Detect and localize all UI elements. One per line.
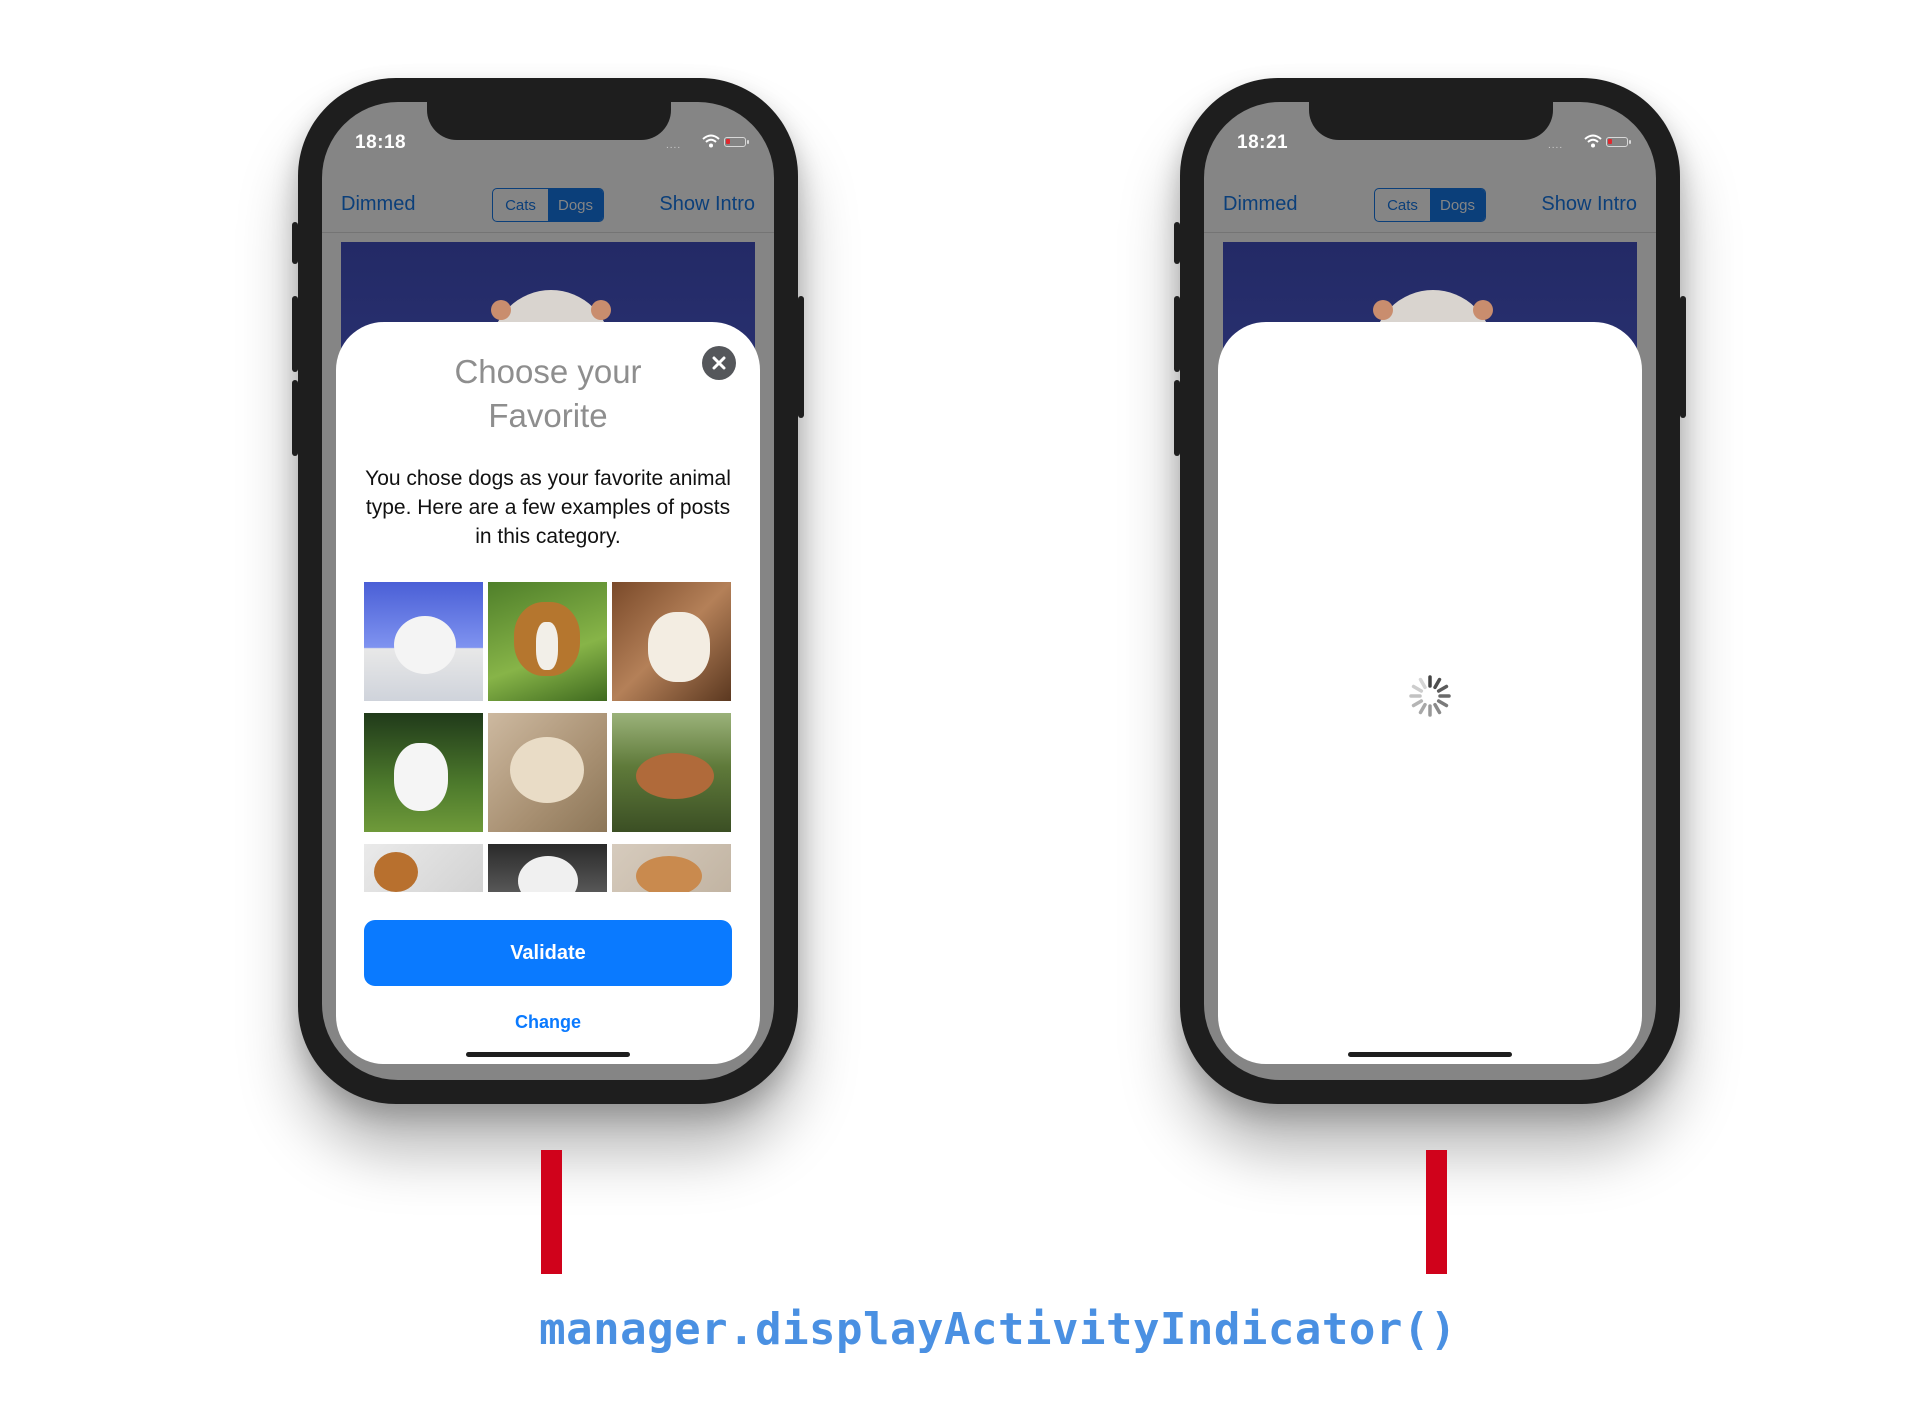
- dog-photo: [612, 844, 731, 892]
- segment-dogs[interactable]: Dogs: [548, 189, 603, 221]
- dog-photo: [488, 582, 607, 701]
- home-indicator[interactable]: [1348, 1052, 1512, 1057]
- animal-segmented-control[interactable]: Cats Dogs: [1374, 188, 1486, 222]
- wifi-icon: [702, 134, 720, 148]
- dog-photo: [488, 713, 607, 832]
- dog-photo: [364, 582, 483, 701]
- battery-icon: [1606, 137, 1631, 147]
- card-title: Choose your Favorite: [454, 353, 642, 434]
- status-time: 18:18: [355, 132, 407, 153]
- volume-up-button: [1174, 296, 1180, 372]
- dog-photo: [612, 713, 731, 832]
- segment-cats[interactable]: Cats: [1375, 189, 1430, 221]
- status-time: 18:21: [1237, 132, 1289, 153]
- change-button[interactable]: Change: [336, 1012, 760, 1033]
- cellular-signal-icon: ....: [666, 140, 682, 151]
- animal-segmented-control[interactable]: Cats Dogs: [492, 188, 604, 222]
- segment-dogs[interactable]: Dogs: [1430, 189, 1485, 221]
- dimmed-button[interactable]: Dimmed: [341, 193, 415, 216]
- navigation-bar: Dimmed Cats Dogs Show Intro: [1204, 178, 1656, 233]
- battery-icon: [724, 137, 749, 147]
- timeline-marker-left: [541, 1150, 562, 1274]
- phone-mockup-left: 18:18 .... Dimmed Cats Dogs Show Intro C…: [292, 78, 804, 1104]
- wifi-icon: [1584, 134, 1602, 148]
- cellular-signal-icon: ....: [1548, 140, 1564, 151]
- activity-indicator-icon: [1409, 675, 1451, 717]
- phone-screen: 18:21 .... Dimmed Cats Dogs Show Intro: [1204, 102, 1656, 1080]
- volume-up-button: [292, 296, 298, 372]
- dimmed-button[interactable]: Dimmed: [1223, 193, 1297, 216]
- card-description: You chose dogs as your favorite animal t…: [365, 467, 731, 548]
- close-button[interactable]: [702, 346, 736, 380]
- home-indicator[interactable]: [466, 1052, 630, 1057]
- dog-photo: [364, 713, 483, 832]
- dog-photo: [364, 844, 483, 892]
- phone-screen: 18:18 .... Dimmed Cats Dogs Show Intro C…: [322, 102, 774, 1080]
- volume-down-button: [292, 380, 298, 456]
- mute-switch: [292, 222, 298, 264]
- status-icons: ....: [1548, 134, 1636, 151]
- status-icons: ....: [666, 134, 754, 151]
- notch: [427, 102, 671, 140]
- dog-photo: [612, 582, 731, 701]
- bulletin-card-loading: [1218, 322, 1642, 1064]
- navigation-bar: Dimmed Cats Dogs Show Intro: [322, 178, 774, 233]
- bulletin-card: Choose your Favorite You chose dogs as y…: [336, 322, 760, 1064]
- dog-photo: [488, 844, 607, 892]
- mute-switch: [1174, 222, 1180, 264]
- validate-button[interactable]: Validate: [364, 920, 732, 986]
- power-button: [1680, 296, 1686, 418]
- power-button: [798, 296, 804, 418]
- segment-cats[interactable]: Cats: [493, 189, 548, 221]
- close-icon: [712, 356, 726, 370]
- notch: [1309, 102, 1553, 140]
- timeline-marker-right: [1426, 1150, 1447, 1274]
- volume-down-button: [1174, 380, 1180, 456]
- show-intro-button[interactable]: Show Intro: [1541, 193, 1637, 216]
- phone-mockup-right: 18:21 .... Dimmed Cats Dogs Show Intro: [1174, 78, 1686, 1104]
- show-intro-button[interactable]: Show Intro: [659, 193, 755, 216]
- code-caption: manager.displayActivityIndicator(): [539, 1304, 1457, 1355]
- photo-grid: [364, 582, 732, 892]
